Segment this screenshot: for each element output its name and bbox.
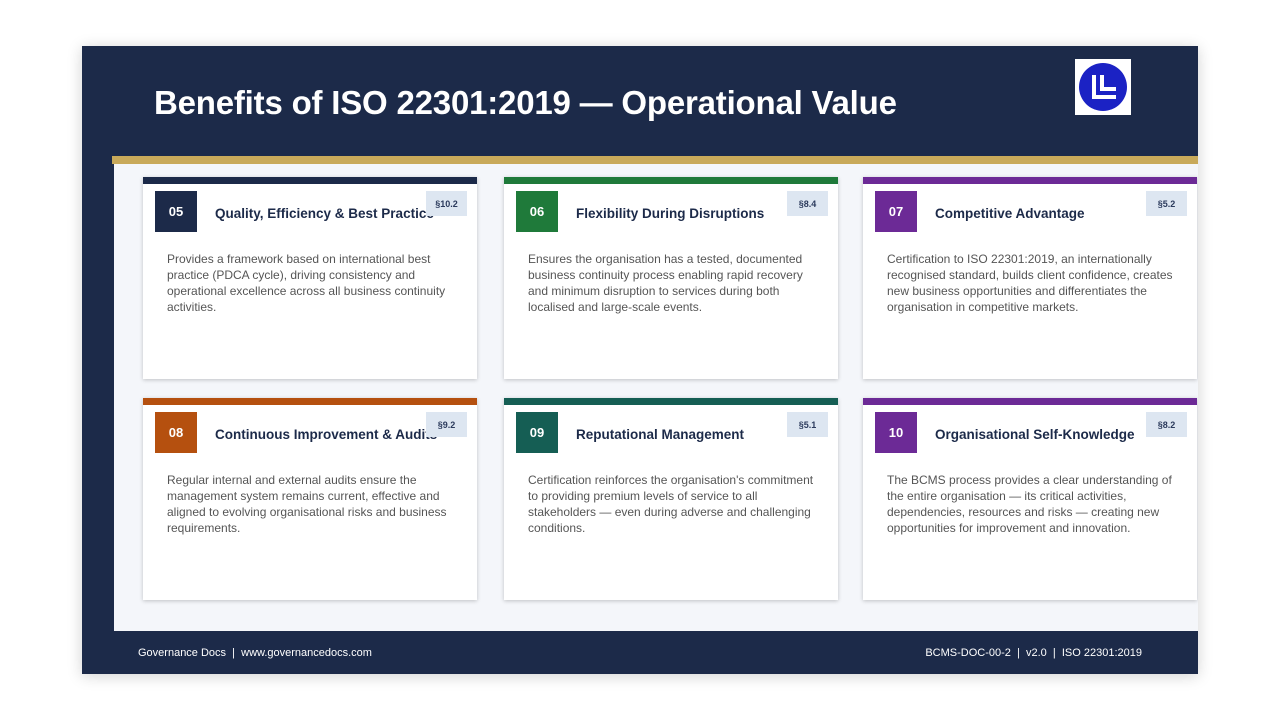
- benefit-description: Certification to ISO 22301:2019, an inte…: [887, 252, 1173, 314]
- governance-docs-logo: [1075, 59, 1131, 115]
- benefit-title: Organisational Self-Knowledge: [935, 427, 1135, 442]
- footer-document-ref: BCMS-DOC-00-2 | v2.0 | ISO 22301:2019: [925, 647, 1142, 659]
- card-accent-bar: [143, 177, 477, 184]
- footer-company: Governance Docs | www.governancedocs.com: [138, 647, 372, 659]
- benefit-number: 06: [516, 191, 558, 232]
- benefit-description: Provides a framework based on internatio…: [167, 252, 446, 314]
- benefit-card: 06 Flexibility During Disruptions §8.4 E…: [504, 177, 838, 379]
- slide-title: Benefits of ISO 22301:2019 — Operational…: [154, 84, 897, 121]
- benefit-title: Quality, Efficiency & Best Practice: [215, 206, 434, 221]
- benefit-title: Flexibility During Disruptions: [576, 206, 765, 221]
- benefit-number: 05: [155, 191, 197, 232]
- benefit-card: 09 Reputational Management §5.1 Certific…: [504, 398, 838, 600]
- benefit-number: 08: [155, 412, 197, 453]
- benefit-number: 09: [516, 412, 558, 453]
- benefit-card: 08 Continuous Improvement & Audits §9.2 …: [143, 398, 477, 600]
- benefit-card: 05 Quality, Efficiency & Best Practice §…: [143, 177, 477, 379]
- clause-ref-badge: §9.2: [426, 412, 467, 437]
- clause-ref-badge: §10.2: [426, 191, 467, 216]
- card-accent-bar: [504, 398, 838, 405]
- clause-ref-badge: §5.1: [787, 412, 828, 437]
- card-accent-bar: [143, 398, 477, 405]
- benefit-card: 07 Competitive Advantage §5.2 Certificat…: [863, 177, 1197, 379]
- benefit-number: 10: [875, 412, 917, 453]
- benefit-description: Ensures the organisation has a tested, d…: [528, 252, 803, 314]
- benefit-number: 07: [875, 191, 917, 232]
- clause-ref-badge: §8.2: [1146, 412, 1187, 437]
- benefit-description: The BCMS process provides a clear unders…: [887, 473, 1172, 535]
- card-accent-bar: [863, 398, 1197, 405]
- slide: Benefits of ISO 22301:2019 — Operational…: [82, 46, 1198, 674]
- clause-ref-badge: §5.2: [1146, 191, 1187, 216]
- benefit-description: Certification reinforces the organisatio…: [528, 473, 814, 535]
- benefit-title: Continuous Improvement & Audits: [215, 427, 438, 442]
- benefits-grid: 05 Quality, Efficiency & Best Practice §…: [114, 164, 1198, 631]
- logo-mark-icon: [1079, 63, 1127, 111]
- gold-divider: [112, 156, 1198, 164]
- benefit-title: Competitive Advantage: [935, 206, 1085, 221]
- benefit-description: Regular internal and external audits ens…: [167, 473, 447, 535]
- benefit-card: 10 Organisational Self-Knowledge §8.2 Th…: [863, 398, 1197, 600]
- card-accent-bar: [504, 177, 838, 184]
- card-accent-bar: [863, 177, 1197, 184]
- benefit-title: Reputational Management: [576, 427, 745, 442]
- clause-ref-badge: §8.4: [787, 191, 828, 216]
